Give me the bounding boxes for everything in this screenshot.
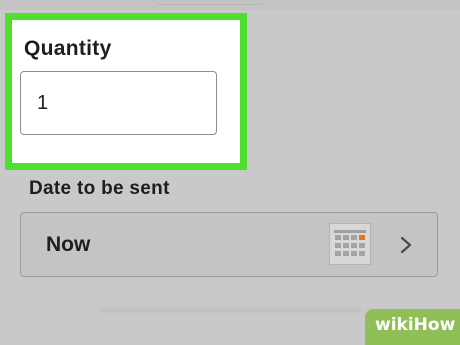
- chevron-right-icon[interactable]: [396, 235, 416, 255]
- quantity-label: Quantity: [24, 37, 112, 60]
- calendar-icon[interactable]: [329, 223, 371, 265]
- calendar-icon-graphic: [334, 230, 366, 256]
- date-selector[interactable]: Now: [20, 212, 438, 277]
- date-value: Now: [46, 233, 91, 256]
- bottom-divider: [100, 308, 360, 312]
- quantity-input[interactable]: [20, 71, 217, 135]
- top-strip: [0, 0, 460, 10]
- wikihow-watermark: wikiHow: [365, 309, 460, 345]
- watermark-text: wikiHow: [375, 315, 456, 335]
- date-to-be-sent-label: Date to be sent: [29, 178, 170, 199]
- top-divider: [150, 0, 270, 5]
